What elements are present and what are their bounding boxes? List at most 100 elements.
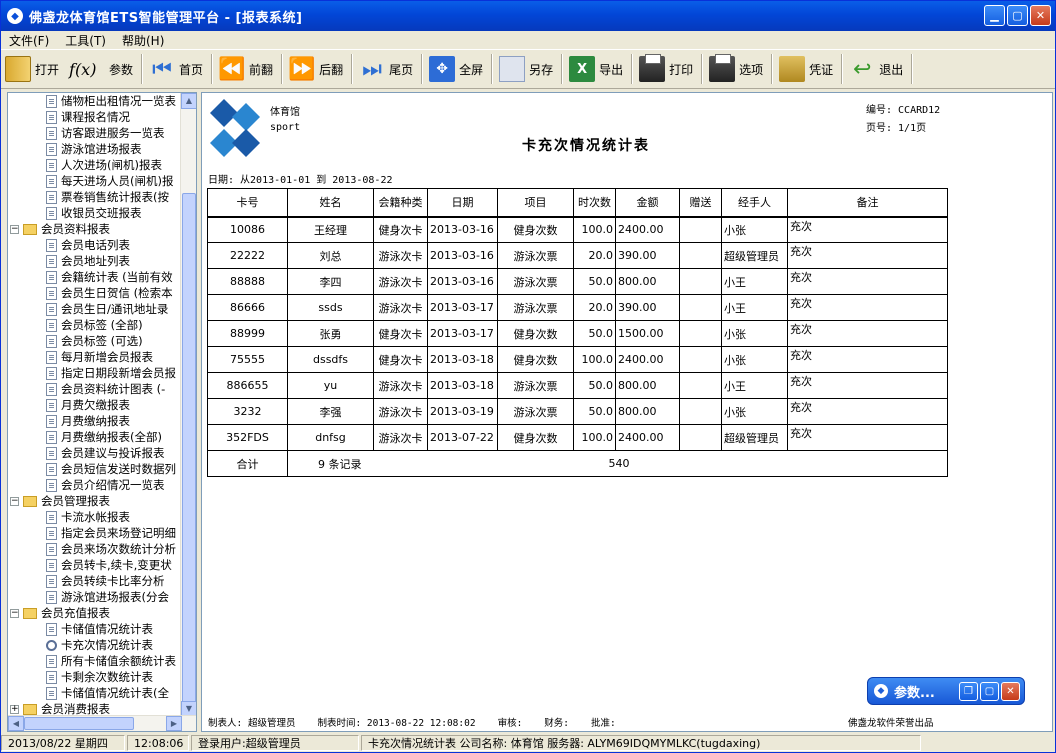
- tree-group[interactable]: − 会员充值报表: [8, 605, 182, 621]
- tree-item[interactable]: 卡储值情况统计表: [8, 621, 182, 637]
- close-button[interactable]: ✕: [1030, 5, 1051, 26]
- menu-file[interactable]: 文件(F): [1, 32, 57, 49]
- tree-item[interactable]: 游泳馆进场报表(分会: [8, 589, 182, 605]
- cell-type: 健身次卡: [373, 216, 428, 243]
- scroll-up-arrow[interactable]: ▲: [181, 93, 196, 109]
- tree-item[interactable]: 人次进场(闸机)报表: [8, 157, 182, 173]
- tree-item[interactable]: 卡充次情况统计表: [8, 637, 182, 653]
- scroll-thumb[interactable]: [24, 717, 134, 730]
- fullscreen-button[interactable]: ✥ 全屏: [425, 52, 489, 86]
- cell-item: 游泳次票: [497, 294, 574, 321]
- menu-tools[interactable]: 工具(T): [57, 32, 114, 49]
- tree-item[interactable]: 每天进场人员(闸机)报: [8, 173, 182, 189]
- voucher-button[interactable]: 凭证: [775, 52, 839, 86]
- cell-name: 刘总: [287, 242, 374, 269]
- cell-gift: [679, 424, 722, 451]
- options-button[interactable]: 选项: [705, 52, 769, 86]
- cell-item: 游泳次票: [497, 268, 574, 295]
- maximize-button[interactable]: ▢: [1007, 5, 1028, 26]
- tree-item[interactable]: 会员短信发送时数据列: [8, 461, 182, 477]
- tree-item-label: 每月新增会员报表: [61, 350, 153, 364]
- document-icon: [46, 654, 57, 668]
- tree-group[interactable]: − 会员资料报表: [8, 221, 182, 237]
- tree-item[interactable]: 会员来场次数统计分析: [8, 541, 182, 557]
- footer-made-time: 制表时间: 2013-08-22 12:08:02: [317, 718, 476, 729]
- tree-item[interactable]: 会员标签 (可选): [8, 333, 182, 349]
- tree-item[interactable]: 会员地址列表: [8, 253, 182, 269]
- document-icon: [46, 526, 57, 540]
- exit-button[interactable]: ↩ 退出: [845, 52, 909, 86]
- collapse-icon[interactable]: −: [10, 224, 19, 234]
- tree-item[interactable]: 所有卡储值余额统计表: [8, 653, 182, 669]
- collapse-icon[interactable]: −: [10, 608, 19, 618]
- export-button[interactable]: X 导出: [565, 52, 629, 86]
- document-icon: [46, 542, 57, 556]
- scroll-left-arrow[interactable]: ◀: [8, 716, 24, 731]
- restore-button[interactable]: ❐: [959, 682, 978, 701]
- last-page-button[interactable]: ⏭ 尾页: [355, 52, 419, 86]
- save-as-button[interactable]: 另存: [495, 52, 559, 86]
- tree-item[interactable]: 月费缴纳报表: [8, 413, 182, 429]
- tree-item[interactable]: 课程报名情况: [8, 109, 182, 125]
- open-button[interactable]: 打开: [1, 52, 65, 86]
- folder-icon: [23, 223, 37, 235]
- tree-item[interactable]: 访客跟进服务一览表: [8, 125, 182, 141]
- tree-item[interactable]: 月费欠缴报表: [8, 397, 182, 413]
- tree-item[interactable]: 会员资料统计图表 (-: [8, 381, 182, 397]
- tree-horizontal-scrollbar[interactable]: ◀ ▶: [8, 715, 196, 731]
- maximize-button[interactable]: ▢: [980, 682, 999, 701]
- tree-item[interactable]: 游泳馆进场报表: [8, 141, 182, 157]
- document-icon: [46, 350, 57, 364]
- tree-item[interactable]: 月费缴纳报表(全部): [8, 429, 182, 445]
- panel-controls: ❐ ▢ ✕: [959, 682, 1020, 701]
- tree-item[interactable]: 会员建议与投诉报表: [8, 445, 182, 461]
- toolbar-separator: [141, 54, 144, 84]
- tree-item[interactable]: 收银员交班报表: [8, 205, 182, 221]
- expand-icon[interactable]: +: [10, 704, 19, 714]
- scroll-right-arrow[interactable]: ▶: [166, 716, 182, 731]
- toolbar-separator: [771, 54, 774, 84]
- tree-item[interactable]: 指定日期段新增会员报: [8, 365, 182, 381]
- table-row: 3232 李强 游泳次卡 2013-03-19 游泳次票 50.0 800.00 小张 充次: [207, 398, 948, 425]
- first-page-button[interactable]: ⏮ 首页: [145, 52, 209, 86]
- params-floating-panel[interactable]: ◆ 参数... ❐ ▢ ✕: [867, 677, 1025, 705]
- tree-item[interactable]: 每月新增会员报表: [8, 349, 182, 365]
- tree-item[interactable]: 卡剩余次数统计表: [8, 669, 182, 685]
- tree-item[interactable]: 会员转续卡比率分析: [8, 573, 182, 589]
- next-page-button[interactable]: ⏩ 后翻: [285, 52, 349, 86]
- prev-page-button[interactable]: ⏪ 前翻: [215, 52, 279, 86]
- cell-card: 88999: [207, 320, 288, 347]
- menu-help[interactable]: 帮助(H): [114, 32, 172, 49]
- cell-date: 2013-03-17: [427, 294, 498, 321]
- tree-group[interactable]: − 会员管理报表: [8, 493, 182, 509]
- tree-item[interactable]: 会员转卡,续卡,变更状: [8, 557, 182, 573]
- collapse-icon[interactable]: −: [10, 496, 19, 506]
- tree-item[interactable]: 会员生日贺信 (检索本: [8, 285, 182, 301]
- tree-item[interactable]: 会籍统计表 (当前有效: [8, 269, 182, 285]
- scroll-thumb[interactable]: [182, 193, 196, 731]
- print-button[interactable]: 打印: [635, 52, 699, 86]
- tree-item[interactable]: 会员电话列表: [8, 237, 182, 253]
- tree-item[interactable]: 票卷销售统计报表(按: [8, 189, 182, 205]
- title-bar[interactable]: ◆ 佛盏龙体育馆ETS智能管理平台 - [报表系统] ▁ ▢ ✕: [1, 1, 1055, 31]
- cell-note: 充次: [787, 242, 948, 269]
- tree-item[interactable]: 会员标签 (全部): [8, 317, 182, 333]
- document-icon: [46, 462, 57, 476]
- tree-item[interactable]: 指定会员来场登记明细: [8, 525, 182, 541]
- tree-vertical-scrollbar[interactable]: ▲ ▼: [180, 93, 196, 731]
- params-button[interactable]: f(x) 参数: [65, 52, 139, 86]
- total-records: 9 条记录: [287, 450, 574, 477]
- cell-date: 2013-03-17: [427, 320, 498, 347]
- minimize-button[interactable]: ▁: [984, 5, 1005, 26]
- cell-name: dnfsg: [287, 424, 374, 451]
- tree-item[interactable]: 卡流水帐报表: [8, 509, 182, 525]
- tree-item[interactable]: 储物柜出租情况一览表: [8, 93, 182, 109]
- table-row: 10086 王经理 健身次卡 2013-03-16 健身次数 100.0 2400.00 小张…: [207, 216, 948, 243]
- tree-item-label: 访客跟进服务一览表: [61, 126, 165, 140]
- document-icon: [46, 590, 57, 604]
- tree-item[interactable]: 会员生日/通讯地址录: [8, 301, 182, 317]
- tree-item[interactable]: 卡储值情况统计表(全: [8, 685, 182, 701]
- close-button[interactable]: ✕: [1001, 682, 1020, 701]
- tree-item[interactable]: 会员介绍情况一览表: [8, 477, 182, 493]
- cell-amount: 800.00: [615, 372, 680, 399]
